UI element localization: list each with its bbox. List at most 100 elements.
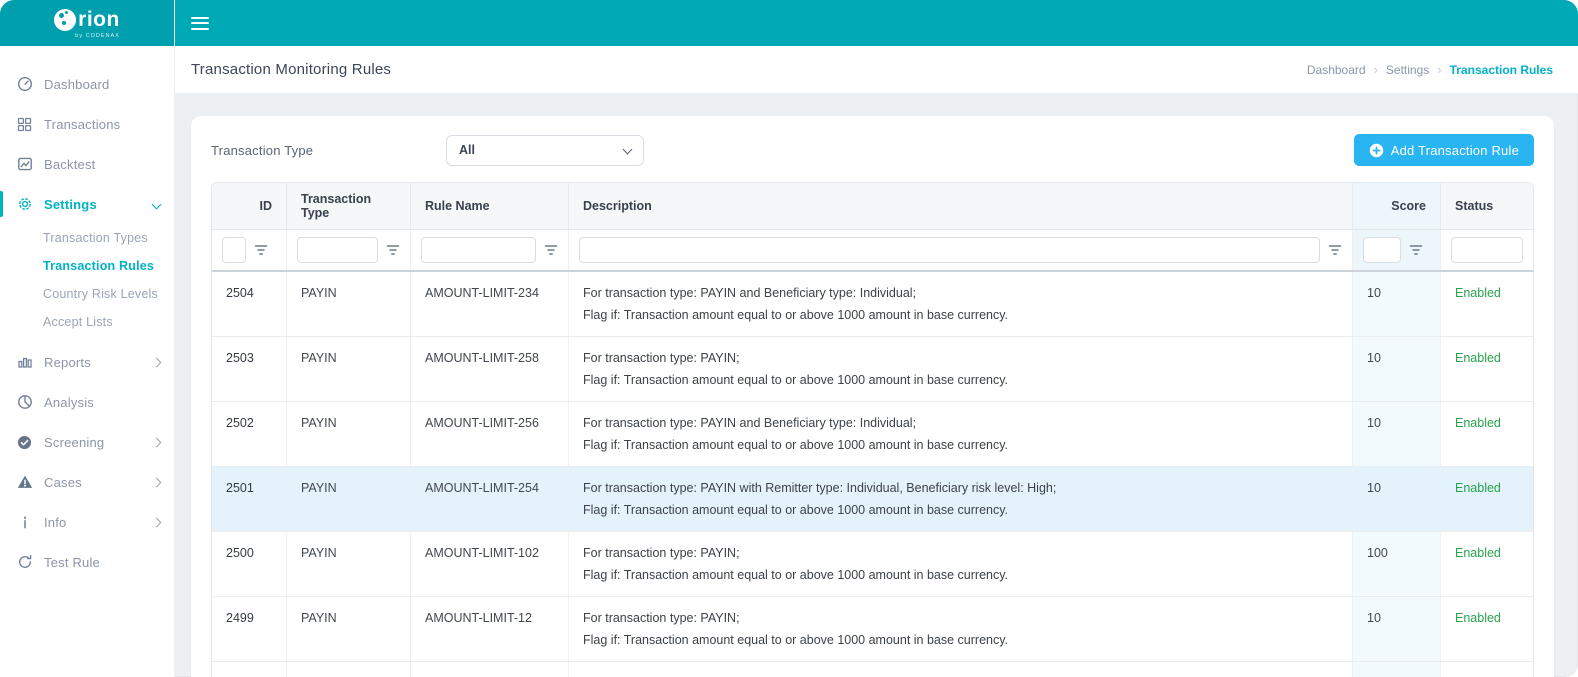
score-filter-input[interactable] bbox=[1363, 237, 1401, 263]
table-row[interactable]: 2503 PAYIN AMOUNT-LIMIT-258 For transact… bbox=[212, 337, 1533, 402]
cell-status: Enabled bbox=[1440, 272, 1533, 336]
breadcrumb-transaction-rules[interactable]: Transaction Rules bbox=[1450, 63, 1553, 77]
sidebar-item-cases[interactable]: Cases bbox=[0, 462, 174, 502]
cell-score: 10 bbox=[1352, 467, 1440, 531]
orion-logo: rion by CODENAX bbox=[54, 8, 120, 39]
sidebar-item-screening[interactable]: Screening bbox=[0, 422, 174, 462]
description-line-2: Flag if: Transaction amount equal to or … bbox=[583, 434, 1338, 456]
description-line-1: For transaction type: PAYIN; bbox=[583, 672, 1338, 677]
filter-funnel-icon[interactable] bbox=[386, 244, 400, 256]
cell-transaction-type: PAYIN bbox=[286, 272, 410, 336]
description-line-1: For transaction type: PAYIN; bbox=[583, 607, 1338, 629]
sidebar-item-backtest[interactable]: Backtest bbox=[0, 144, 174, 184]
cell-rule-name: FIRST-TRANSACTION-101 bbox=[410, 662, 568, 677]
sidebar-item-settings[interactable]: Settings bbox=[0, 184, 174, 224]
breadcrumb-settings[interactable]: Settings bbox=[1386, 63, 1429, 77]
description-line-2: Flag if: Transaction amount equal to or … bbox=[583, 564, 1338, 586]
topbar bbox=[175, 0, 1578, 46]
cell-status: Enabled bbox=[1440, 402, 1533, 466]
chevron-right-icon bbox=[152, 437, 162, 447]
rules-table: ID Transaction Type Rule Name Descriptio… bbox=[211, 182, 1534, 677]
sidebar-item-label: Dashboard bbox=[44, 77, 109, 92]
filter-funnel-icon[interactable] bbox=[1409, 244, 1423, 256]
transaction-type-filter-input[interactable] bbox=[297, 237, 378, 263]
cell-description: For transaction type: PAYIN and Benefici… bbox=[568, 402, 1352, 466]
filter-funnel-icon[interactable] bbox=[254, 244, 268, 256]
filter-cell-description bbox=[568, 230, 1352, 270]
cell-id: 2499 bbox=[212, 597, 286, 661]
sidebar-item-info[interactable]: Info bbox=[0, 502, 174, 542]
column-header-status[interactable]: Status bbox=[1440, 183, 1533, 229]
column-header-id[interactable]: ID bbox=[212, 183, 286, 229]
column-header-transaction-type[interactable]: Transaction Type bbox=[286, 183, 410, 229]
rule-name-filter-input[interactable] bbox=[421, 237, 536, 263]
breadcrumb-dashboard[interactable]: Dashboard bbox=[1307, 63, 1366, 77]
breadcrumb-separator: › bbox=[1374, 62, 1378, 77]
description-line-1: For transaction type: PAYIN with Remitte… bbox=[583, 477, 1338, 499]
filter-funnel-icon[interactable] bbox=[1328, 244, 1342, 256]
table-row[interactable]: 2498 PAYIN FIRST-TRANSACTION-101 For tra… bbox=[212, 662, 1533, 677]
transaction-type-label: Transaction Type bbox=[211, 143, 446, 158]
rules-card: Transaction Type All Add Transaction Rul… bbox=[191, 116, 1554, 677]
content-area: Transaction Type All Add Transaction Rul… bbox=[175, 94, 1578, 677]
filter-cell-rule-name bbox=[410, 230, 568, 270]
sidebar-item-analysis[interactable]: Analysis bbox=[0, 382, 174, 422]
status-filter-input[interactable] bbox=[1451, 237, 1523, 263]
table-row[interactable]: 2500 PAYIN AMOUNT-LIMIT-102 For transact… bbox=[212, 532, 1533, 597]
cell-rule-name: AMOUNT-LIMIT-102 bbox=[410, 532, 568, 596]
transaction-type-select[interactable]: All bbox=[446, 135, 644, 166]
gauge-icon bbox=[16, 76, 33, 93]
cell-description: For transaction type: PAYIN with Remitte… bbox=[568, 467, 1352, 531]
sidebar-item-transactions[interactable]: Transactions bbox=[0, 104, 174, 144]
cell-id: 2500 bbox=[212, 532, 286, 596]
cell-description: For transaction type: PAYIN and Benefici… bbox=[568, 272, 1352, 336]
add-transaction-rule-button[interactable]: Add Transaction Rule bbox=[1354, 134, 1534, 166]
cell-id: 2503 bbox=[212, 337, 286, 401]
sidebar-subitem-transaction-rules[interactable]: Transaction Rules bbox=[0, 252, 174, 280]
pie-chart-icon bbox=[16, 394, 33, 411]
hamburger-menu-icon[interactable] bbox=[191, 17, 209, 30]
cell-description: For transaction type: PAYIN; Flag if: Tr… bbox=[568, 597, 1352, 661]
logo-block[interactable]: rion by CODENAX bbox=[0, 0, 174, 46]
grid-icon bbox=[16, 116, 33, 133]
sidebar-item-dashboard[interactable]: Dashboard bbox=[0, 64, 174, 104]
sidebar-subitem-transaction-types[interactable]: Transaction Types bbox=[0, 224, 174, 252]
table-row[interactable]: 2504 PAYIN AMOUNT-LIMIT-234 For transact… bbox=[212, 272, 1533, 337]
sidebar-item-label: Info bbox=[44, 515, 66, 530]
table-row[interactable]: 2502 PAYIN AMOUNT-LIMIT-256 For transact… bbox=[212, 402, 1533, 467]
cell-status: Enabled bbox=[1440, 337, 1533, 401]
sidebar-item-reports[interactable]: Reports bbox=[0, 342, 174, 382]
toolbar: Transaction Type All Add Transaction Rul… bbox=[211, 134, 1534, 166]
table-row[interactable]: 2501 PAYIN AMOUNT-LIMIT-254 For transact… bbox=[212, 467, 1533, 532]
cell-transaction-type: PAYIN bbox=[286, 337, 410, 401]
column-header-description[interactable]: Description bbox=[568, 183, 1352, 229]
sidebar-subitem-accept-lists[interactable]: Accept Lists bbox=[0, 308, 174, 336]
chevron-down-icon bbox=[623, 144, 633, 154]
refresh-icon bbox=[16, 554, 33, 571]
chevron-right-icon bbox=[152, 477, 162, 487]
cell-status: Enabled bbox=[1440, 467, 1533, 531]
sidebar-item-test-rule[interactable]: Test Rule bbox=[0, 542, 174, 582]
filter-cell-id bbox=[212, 230, 286, 270]
id-filter-input[interactable] bbox=[222, 237, 246, 263]
description-filter-input[interactable] bbox=[579, 237, 1320, 263]
sidebar-item-label: Settings bbox=[44, 197, 97, 212]
column-header-score[interactable]: Score bbox=[1352, 183, 1440, 229]
logo-text: rion bbox=[78, 8, 120, 32]
bar-chart-icon bbox=[16, 354, 33, 371]
cell-score: 10 bbox=[1352, 597, 1440, 661]
description-line-2: Flag if: Transaction amount equal to or … bbox=[583, 304, 1338, 326]
logo-subtitle: by CODENAX bbox=[75, 33, 120, 39]
cell-transaction-type: PAYIN bbox=[286, 662, 410, 677]
description-line-2: Flag if: Transaction amount equal to or … bbox=[583, 369, 1338, 391]
filter-funnel-icon[interactable] bbox=[544, 244, 558, 256]
filter-cell-status bbox=[1440, 230, 1533, 270]
select-value: All bbox=[459, 143, 475, 157]
description-line-1: For transaction type: PAYIN; bbox=[583, 347, 1338, 369]
column-header-rule-name[interactable]: Rule Name bbox=[410, 183, 568, 229]
description-line-1: For transaction type: PAYIN and Benefici… bbox=[583, 282, 1338, 304]
chevron-down-icon bbox=[152, 199, 162, 209]
table-row[interactable]: 2499 PAYIN AMOUNT-LIMIT-12 For transacti… bbox=[212, 597, 1533, 662]
sidebar-subitem-country-risk-levels[interactable]: Country Risk Levels bbox=[0, 280, 174, 308]
cell-rule-name: AMOUNT-LIMIT-256 bbox=[410, 402, 568, 466]
